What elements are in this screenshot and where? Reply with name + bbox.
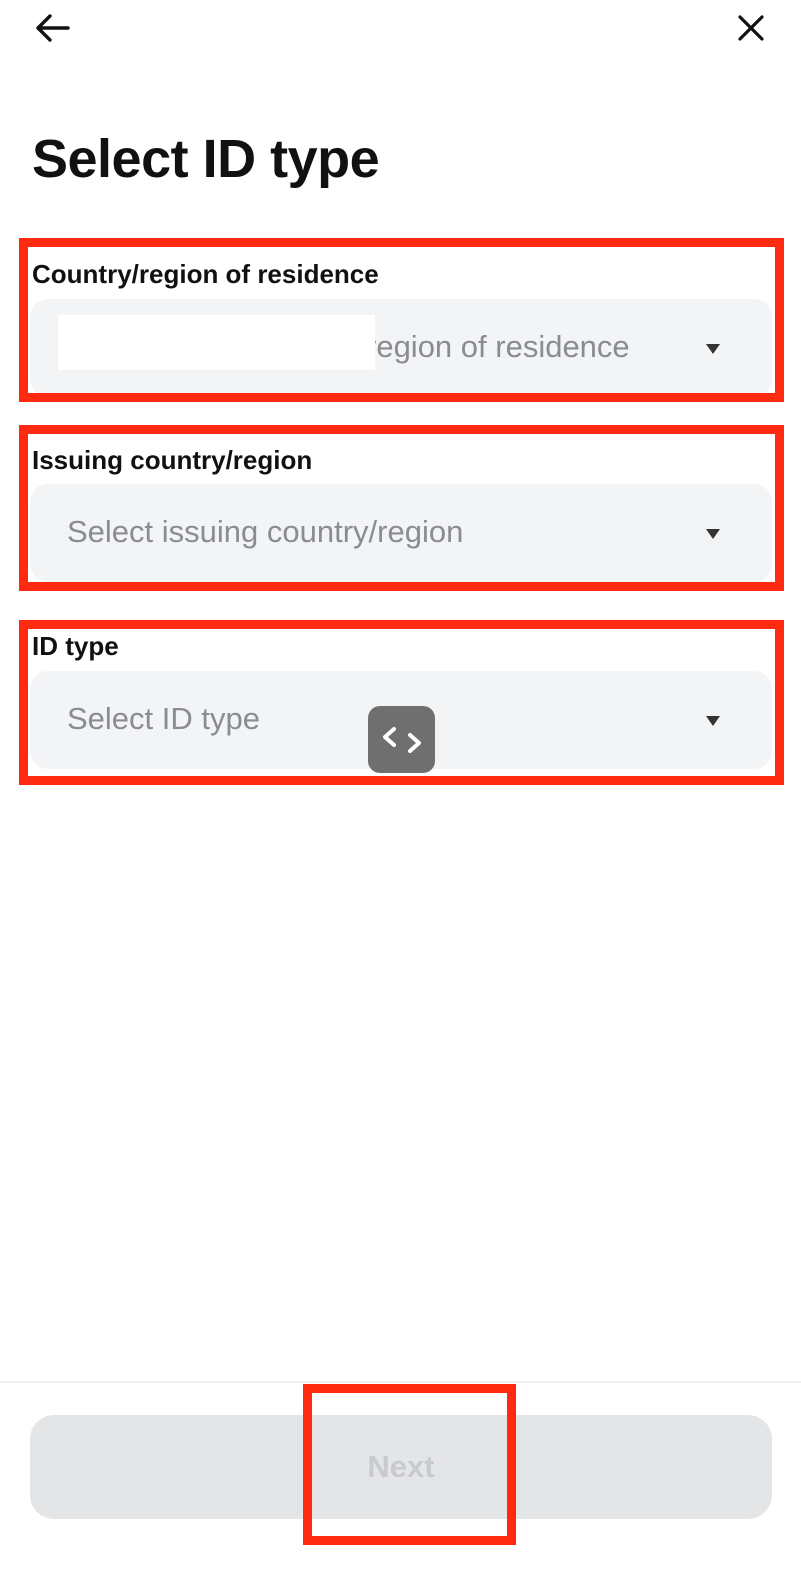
next-button[interactable]: Next bbox=[30, 1415, 772, 1519]
issuing-country-select[interactable]: Select issuing country/region bbox=[30, 484, 772, 582]
issuing-country-label: Issuing country/region bbox=[32, 445, 313, 475]
arrow-left-icon bbox=[36, 14, 70, 42]
close-icon bbox=[738, 15, 764, 41]
redaction-mask bbox=[58, 315, 375, 370]
top-bar bbox=[0, 0, 801, 60]
floating-toggle-button[interactable] bbox=[368, 706, 435, 773]
code-swap-icon bbox=[382, 726, 421, 753]
close-button[interactable] bbox=[727, 4, 775, 52]
id-type-label: ID type bbox=[32, 631, 119, 661]
caret-down-icon bbox=[706, 716, 720, 726]
residence-label: Country/region of residence bbox=[32, 259, 379, 289]
id-type-placeholder: Select ID type bbox=[67, 701, 260, 736]
back-button[interactable] bbox=[28, 4, 76, 52]
caret-down-icon bbox=[706, 344, 720, 354]
footer-divider bbox=[0, 1381, 801, 1383]
residence-select[interactable]: region of residence bbox=[30, 299, 772, 397]
page-title: Select ID type bbox=[32, 129, 380, 189]
issuing-country-placeholder: Select issuing country/region bbox=[67, 514, 464, 549]
caret-down-icon bbox=[706, 529, 720, 539]
residence-placeholder: region of residence bbox=[366, 329, 630, 364]
